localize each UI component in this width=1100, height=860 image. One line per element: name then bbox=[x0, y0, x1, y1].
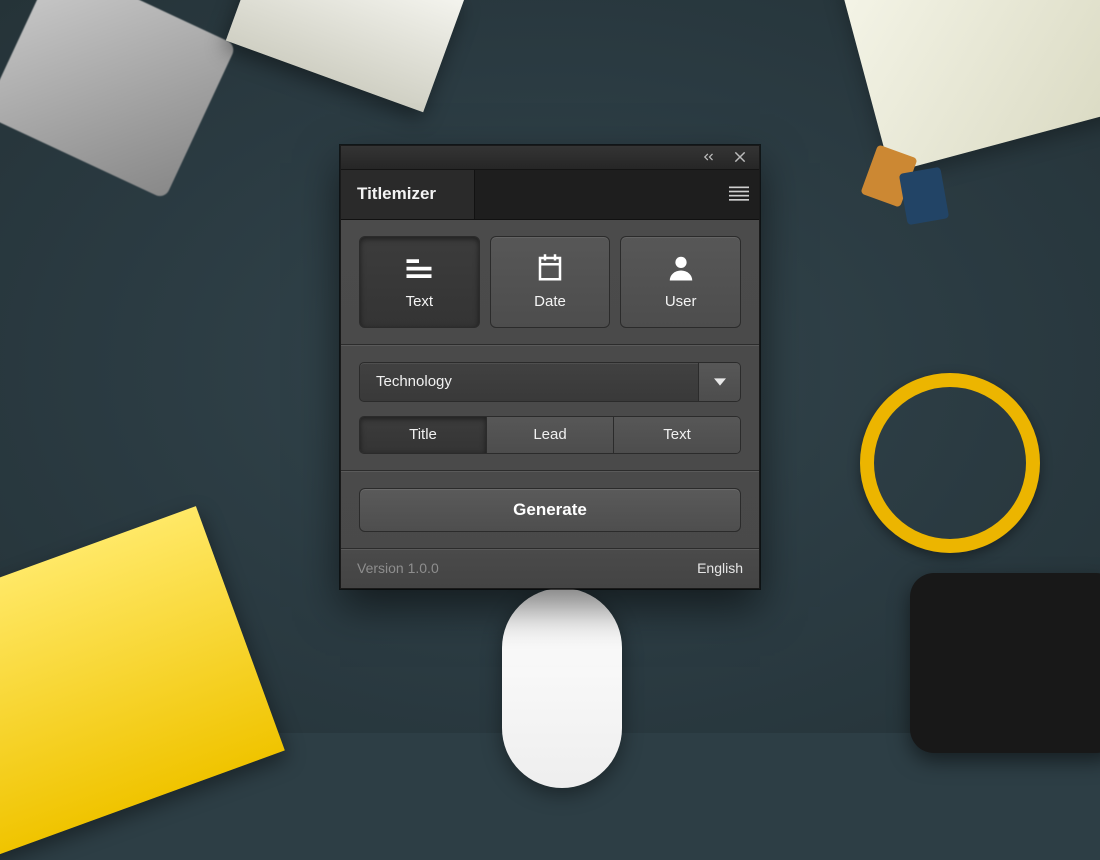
type-card-date[interactable]: Date bbox=[490, 236, 611, 328]
app-title-tab[interactable]: Titlemizer bbox=[341, 170, 475, 219]
panel-footer: Version 1.0.0 English bbox=[341, 549, 759, 588]
menu-button[interactable] bbox=[719, 170, 759, 219]
segment-label: Title bbox=[409, 426, 437, 443]
window-titlebar bbox=[341, 146, 759, 170]
language-selector[interactable]: English bbox=[697, 560, 743, 576]
segment-text[interactable]: Text bbox=[614, 417, 740, 453]
generate-button-label: Generate bbox=[513, 500, 587, 520]
category-section: Technology Title Lead Text bbox=[341, 345, 759, 471]
panel-body: Text Date User Technology bbox=[341, 220, 759, 588]
chevron-down-icon bbox=[714, 376, 726, 388]
prop-cable bbox=[860, 373, 1040, 553]
close-icon bbox=[733, 150, 747, 164]
type-card-label: Text bbox=[406, 293, 434, 310]
user-icon bbox=[666, 253, 696, 283]
panel-header: Titlemizer bbox=[341, 170, 759, 220]
segment-title[interactable]: Title bbox=[360, 417, 487, 453]
output-segmented-control: Title Lead Text bbox=[359, 416, 741, 454]
generate-button[interactable]: Generate bbox=[359, 488, 741, 532]
close-button[interactable] bbox=[731, 148, 749, 166]
calendar-icon bbox=[535, 253, 565, 283]
type-card-label: Date bbox=[534, 293, 566, 310]
titlemizer-panel: Titlemizer Text bbox=[340, 145, 760, 589]
type-selector-section: Text Date User bbox=[341, 220, 759, 345]
action-section: Generate bbox=[341, 471, 759, 549]
header-spacer bbox=[475, 170, 719, 219]
chevrons-left-icon bbox=[701, 150, 715, 164]
segment-lead[interactable]: Lead bbox=[487, 417, 614, 453]
prop-mouse bbox=[502, 588, 622, 788]
type-card-text[interactable]: Text bbox=[359, 236, 480, 328]
dropdown-arrow bbox=[698, 363, 740, 401]
segment-label: Lead bbox=[533, 426, 566, 443]
hamburger-icon bbox=[729, 186, 749, 202]
app-title: Titlemizer bbox=[357, 184, 436, 204]
category-dropdown[interactable]: Technology bbox=[359, 362, 741, 402]
version-text: Version 1.0.0 bbox=[357, 560, 439, 576]
text-icon bbox=[404, 253, 434, 283]
prop-appletv bbox=[910, 573, 1100, 753]
collapse-button[interactable] bbox=[699, 148, 717, 166]
segment-label: Text bbox=[663, 426, 691, 443]
prop-sdcard bbox=[899, 167, 949, 226]
category-selected-value: Technology bbox=[360, 363, 698, 401]
type-card-label: User bbox=[665, 293, 697, 310]
type-card-user[interactable]: User bbox=[620, 236, 741, 328]
